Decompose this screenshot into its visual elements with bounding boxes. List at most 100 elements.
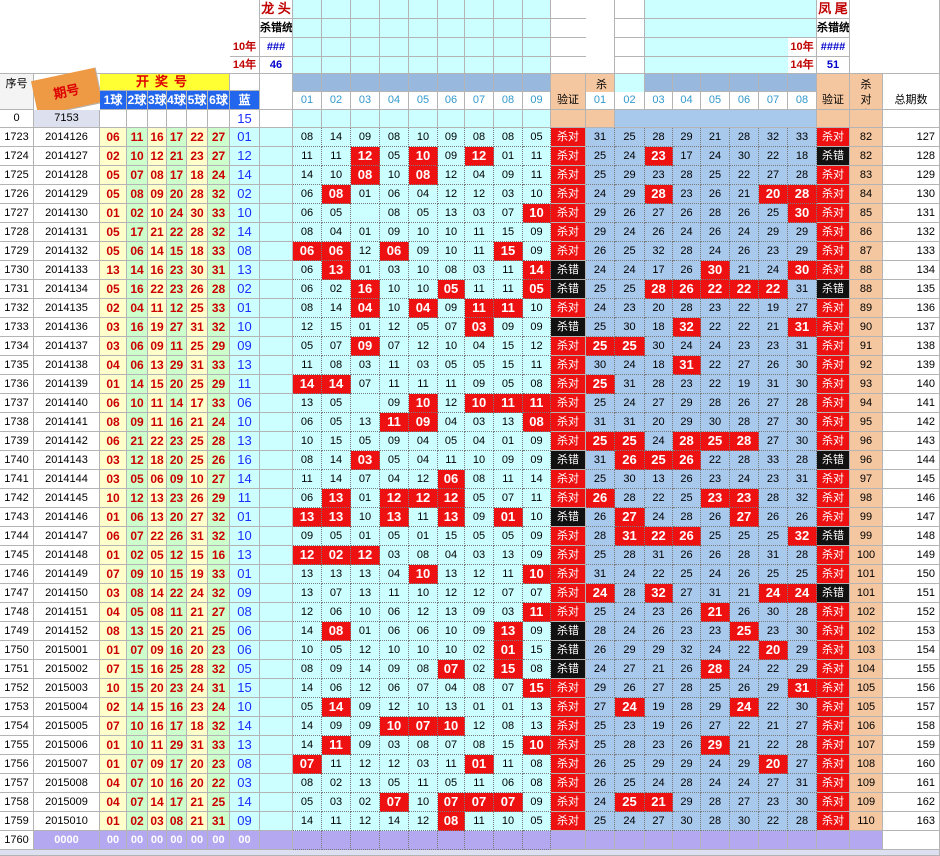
right-kill-cell: 32 — [673, 641, 701, 660]
draw-ball-6: 31 — [208, 679, 230, 698]
left-kill-cell: 10 — [438, 242, 465, 261]
right-kill-cell: 22 — [730, 641, 759, 660]
draw-ball-1: 05 — [100, 166, 127, 185]
total-count: 147 — [883, 508, 940, 527]
right-kill-cell: 31 — [645, 546, 673, 565]
draw-ball-1: 01 — [100, 375, 127, 394]
right-kill-cell: 27 — [788, 717, 817, 736]
row-seq: 1730 — [0, 261, 34, 280]
draw-ball-4: 24 — [167, 204, 187, 223]
left-kill-cell: 09 — [438, 147, 465, 166]
left-kill-cell: 11 — [465, 299, 494, 318]
total-count: 163 — [883, 812, 940, 831]
row0-seq: 0 — [0, 110, 34, 128]
row0-blank — [293, 110, 322, 128]
right-kill-cell: 23 — [701, 622, 730, 641]
right-kill-cell: 19 — [645, 698, 673, 717]
left-kill-cell: 14 — [322, 470, 351, 489]
right-kill-cell: 22 — [759, 280, 788, 299]
left-kill-cell: 05 — [380, 451, 409, 470]
right-kill-cell: 26 — [673, 470, 701, 489]
left-kill-cell: 03 — [322, 793, 351, 812]
draw-ball-1: 10 — [100, 489, 127, 508]
total-count: 140 — [883, 375, 940, 394]
right-kill-cell: 26 — [788, 508, 817, 527]
draw-ball-4: 29 — [167, 356, 187, 375]
row0-blank — [351, 110, 380, 128]
row0-blank — [148, 110, 167, 128]
draw-ball-3: 08 — [148, 166, 167, 185]
right-kill-cell: 25 — [615, 280, 645, 299]
left-kill-cell: 12 — [438, 489, 465, 508]
left-kill-cell: 04 — [465, 432, 494, 451]
right-kill-count: 94 — [850, 394, 883, 413]
left-kill-cell: 06 — [322, 603, 351, 622]
right-kill-cell: 18 — [645, 318, 673, 337]
left-kill-cell: 15 — [494, 736, 523, 755]
right-kill-cell: 25 — [759, 565, 788, 584]
last-blank — [409, 831, 438, 850]
left-kill-cell: 15 — [322, 432, 351, 451]
right-kill-cell: 24 — [701, 242, 730, 261]
draw-ball-5: 21 — [187, 793, 208, 812]
header-grid — [380, 0, 409, 19]
right-kill-cell: 28 — [730, 546, 759, 565]
draw-ball-2: 02 — [127, 812, 148, 831]
total-count: 151 — [883, 584, 940, 603]
left-kill-cell: 11 — [465, 223, 494, 242]
left-kill-cell: 05 — [465, 356, 494, 375]
right-kill-cell: 31 — [759, 546, 788, 565]
blue-ball: 14 — [230, 717, 260, 736]
right-verify: 杀对 — [817, 755, 850, 774]
left-kill-cell: 04 — [380, 470, 409, 489]
num-header-top — [409, 74, 438, 92]
right-kill-count: 98 — [850, 489, 883, 508]
right-kill-cell: 26 — [701, 185, 730, 204]
row0-blank — [438, 110, 465, 128]
ball-header-4: 4球 — [167, 91, 187, 110]
rnum-header-5: 05 — [701, 92, 730, 110]
right-kill-cell: 27 — [759, 166, 788, 185]
right-kill-cell: 28 — [615, 546, 645, 565]
left-kill-cell: 04 — [351, 299, 380, 318]
right-kill-cell: 23 — [759, 470, 788, 489]
left-kill-cell: 09 — [380, 223, 409, 242]
draw-ball-2: 16 — [127, 280, 148, 299]
left-kill-cell: 12 — [351, 755, 380, 774]
left-fourteen-label: 14年 — [230, 57, 260, 74]
left-verify: 杀对 — [551, 679, 586, 698]
left-kill-cell: 12 — [523, 337, 551, 356]
left-verify: 杀对 — [551, 774, 586, 793]
left-kill-cell: 01 — [465, 698, 494, 717]
right-kill-cell: 31 — [759, 375, 788, 394]
draw-ball-3: 20 — [148, 679, 167, 698]
draw-ball-2: 02 — [127, 204, 148, 223]
right-verify: 杀对 — [817, 622, 850, 641]
row-seq: 1726 — [0, 185, 34, 204]
right-kill-cell: 27 — [788, 755, 817, 774]
right-kill-cell: 28 — [701, 394, 730, 413]
right-kill-cell: 24 — [701, 774, 730, 793]
right-kill-cell: 21 — [645, 793, 673, 812]
right-kill-cell: 28 — [730, 432, 759, 451]
draw-ball-1: 04 — [100, 603, 127, 622]
draw-ball-2: 15 — [127, 679, 148, 698]
left-kill-cell: 11 — [293, 356, 322, 375]
right-kill-count: 106 — [850, 717, 883, 736]
blue-ball: 03 — [230, 774, 260, 793]
right-kill-cell: 24 — [586, 185, 615, 204]
draw-ball-2: 09 — [127, 565, 148, 584]
num-header-top — [380, 74, 409, 92]
left-kill-cell: 12 — [409, 470, 438, 489]
left-kill-cell: 06 — [380, 185, 409, 204]
left-verify: 杀对 — [551, 375, 586, 394]
right-kill-cell: 30 — [788, 375, 817, 394]
left-kill-cell: 01 — [494, 432, 523, 451]
left-kill-cell: 12 — [351, 546, 380, 565]
last-ball-3: 00 — [148, 831, 167, 850]
blue-ball: 09 — [230, 812, 260, 831]
left-kill-cell: 08 — [409, 546, 438, 565]
left-kill-cell: 12 — [465, 565, 494, 584]
left-kill-cell: 05 — [465, 489, 494, 508]
right-kill-cell: 26 — [615, 451, 645, 470]
